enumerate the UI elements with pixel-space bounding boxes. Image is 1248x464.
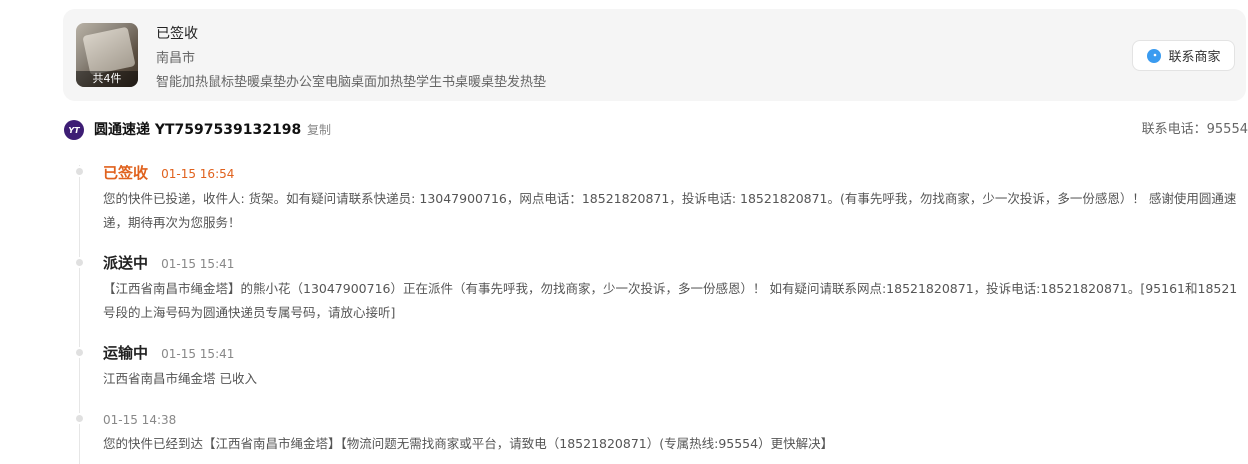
timeline-event-header: 已签收 01-15 16:54 <box>103 162 234 183</box>
item-count-badge: 共4件 <box>76 71 138 87</box>
timeline-description: 【江西省南昌市绳金塔】的熊小花（13047900716）正在派件（有事先呼我，勿… <box>103 281 1238 320</box>
order-city: 南昌市 <box>156 51 196 66</box>
timeline-time: 01-15 15:41 <box>161 347 235 361</box>
timeline-event-header: 01-15 14:38 <box>103 409 176 428</box>
contact-seller-label: 联系商家 <box>1168 50 1221 65</box>
copy-tracking-button[interactable]: 复制 <box>307 120 331 140</box>
timeline-status: 运输中 <box>103 344 149 362</box>
carrier-phone: 联系电话：95554 <box>1141 122 1248 137</box>
product-thumbnail[interactable]: 共4件 <box>76 23 138 87</box>
timeline-dot <box>74 347 85 358</box>
yto-logo-icon: YT <box>64 120 84 140</box>
timeline-status: 已签收 <box>103 164 149 182</box>
timeline-event-header: 运输中 01-15 15:41 <box>103 342 234 363</box>
timeline-description: 您的快件已经到达【江西省南昌市绳金塔】【物流问题无需找商家或平台，请致电（185… <box>103 436 834 451</box>
timeline-description: 您的快件已投递，收件人: 货架。如有疑问请联系快递员: 13047900716，… <box>103 191 1237 230</box>
timeline-event-header: 派送中 01-15 15:41 <box>103 252 234 273</box>
timeline-dot <box>74 166 85 177</box>
tracking-number: 圆通速递 YT7597539132198 <box>94 122 302 138</box>
timeline-dot <box>74 257 85 268</box>
timeline-time: 01-15 15:41 <box>161 257 235 271</box>
order-status: 已签收 <box>156 26 198 42</box>
chat-bubble-icon <box>1147 48 1162 63</box>
product-image <box>82 26 136 76</box>
order-summary-card: 共4件 已签收 南昌市 智能加热鼠标垫暖桌垫办公室电脑桌面加热垫学生书桌暖桌垫发… <box>63 9 1246 101</box>
timeline-dot <box>74 413 85 424</box>
product-title[interactable]: 智能加热鼠标垫暖桌垫办公室电脑桌面加热垫学生书桌暖桌垫发热垫 <box>156 71 546 90</box>
carrier-header: YT 圆通速递 YT7597539132198 复制 联系电话：95554 <box>64 120 1248 140</box>
timeline-status: 派送中 <box>103 254 149 272</box>
timeline-description: 江西省南昌市绳金塔 已收入 <box>103 371 257 386</box>
contact-seller-button[interactable]: 联系商家 <box>1132 40 1235 71</box>
timeline-time: 01-15 14:38 <box>103 413 177 427</box>
timeline-time: 01-15 16:54 <box>161 167 235 181</box>
